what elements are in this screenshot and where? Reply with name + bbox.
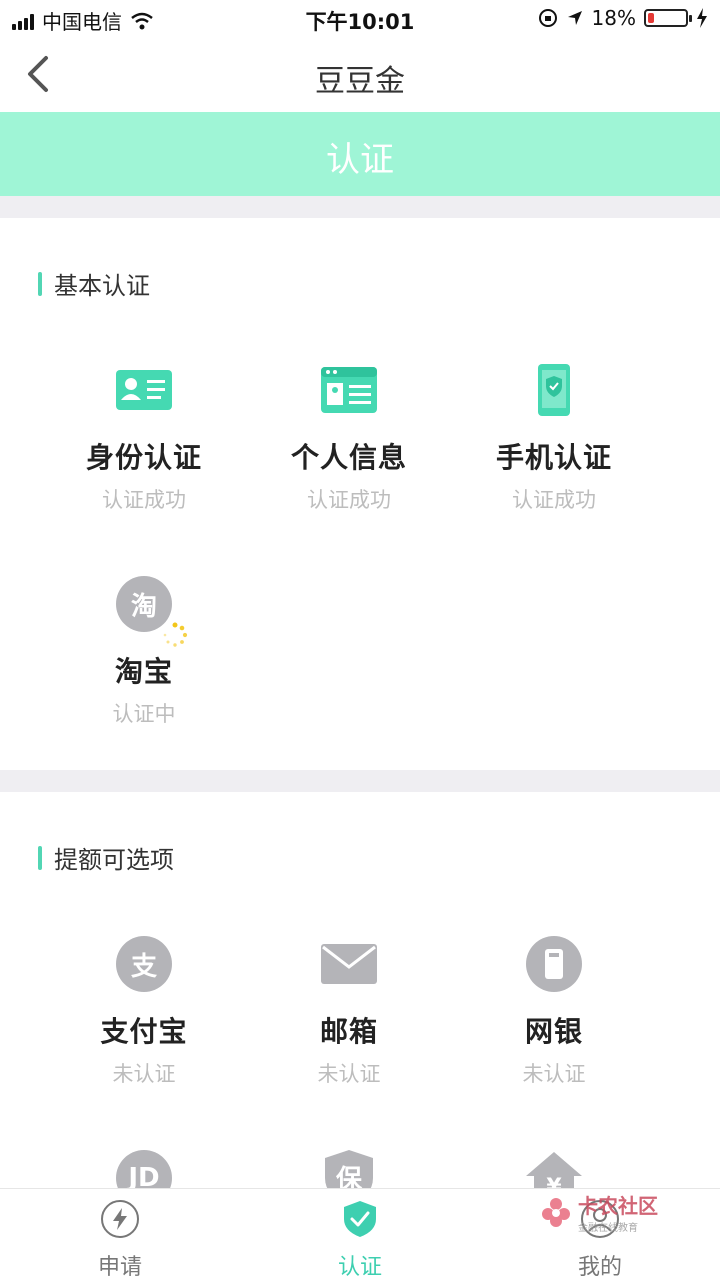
section-divider [0,770,720,792]
nav-bar: 豆豆金 [0,36,720,112]
battery-icon [644,9,692,27]
battery-level [648,13,654,23]
tile-label: 个人信息 [290,441,407,474]
section-accent-bar [38,271,42,296]
auth-banner-label: 认证 [326,140,394,180]
tile-status: 未认证 [112,1062,176,1086]
tile-label: 淘宝 [114,655,173,688]
watermark: 卡农社区 金融在线教育 [540,1190,658,1234]
tile-status: 认证中 [112,702,176,726]
tile-online-banking[interactable]: 网银 未认证 [464,932,644,1088]
bank-card-icon [522,932,586,996]
section-accent-bar [38,845,42,870]
tile-email[interactable]: 邮箱 未认证 [259,932,439,1088]
tab-label: 认证 [337,1255,382,1280]
tab-apply[interactable]: 申请 [60,1199,180,1281]
charging-bolt-icon [697,8,707,28]
status-bar: 中国电信 下午10:01 18% [0,0,720,36]
section-title-text: 提额可选项 [54,846,174,874]
loading-spinner-icon [163,622,188,647]
tile-status: 未认证 [317,1062,381,1086]
page-title: 豆豆金 [315,64,405,99]
tile-label: 网银 [524,1015,583,1048]
shield-check-icon [344,1201,376,1237]
tab-label: 我的 [577,1255,622,1280]
alipay-glyph: 支 [116,936,172,992]
tile-label: 支付宝 [100,1015,188,1048]
lightning-icon [101,1200,139,1238]
profile-card-icon [317,358,381,422]
section-title-text: 基本认证 [54,272,150,300]
tile-status: 认证成功 [102,488,186,512]
tile-status: 未认证 [522,1062,586,1086]
tile-phone-verification[interactable]: 手机认证 认证成功 [464,358,644,514]
mail-icon [317,932,381,996]
phone-shield-icon [522,358,586,422]
taobao-icon: 淘 [112,572,188,647]
tile-id-verification[interactable]: 身份认证 认证成功 [54,358,234,514]
alipay-icon: 支 [112,932,176,996]
tile-status: 认证成功 [307,488,391,512]
section-divider [0,196,720,218]
tile-alipay[interactable]: 支 支付宝 未认证 [54,932,234,1088]
watermark-text: 卡农社区 [578,1194,658,1218]
location-arrow-icon [567,11,582,25]
tile-label: 身份认证 [85,441,202,474]
tile-status: 认证成功 [512,488,596,512]
tile-label: 邮箱 [319,1015,378,1048]
battery-percent: 18% [591,6,636,30]
tab-auth[interactable]: 认证 [300,1199,420,1281]
section-title-optional: 提额可选项 [38,840,174,875]
flower-logo-icon [542,1198,570,1227]
tile-taobao[interactable]: 淘 淘宝 认证中 [54,572,234,728]
rotation-lock-icon [538,9,557,27]
status-right: 18% [538,6,708,30]
section-title-basic: 基本认证 [38,266,150,301]
id-card-icon [112,358,176,422]
tile-personal-info[interactable]: 个人信息 认证成功 [259,358,439,514]
auth-banner: 认证 [0,112,720,196]
tab-label: 申请 [97,1255,142,1280]
watermark-subtext: 金融在线教育 [578,1223,638,1234]
tile-label: 手机认证 [495,441,612,474]
